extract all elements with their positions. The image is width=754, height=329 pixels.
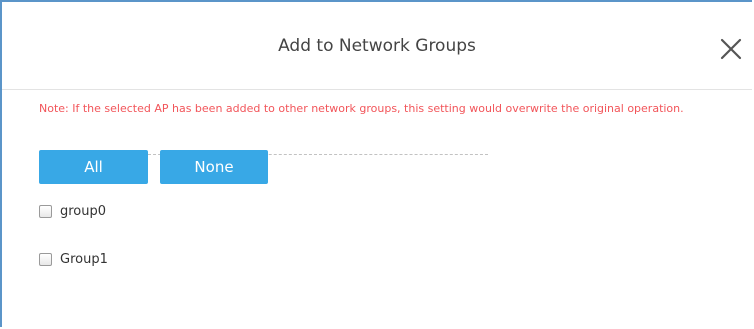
group-option-group1[interactable]: Group1 <box>39 250 108 268</box>
group1-checkbox[interactable] <box>39 252 52 266</box>
close-icon <box>720 38 742 60</box>
select-all-button[interactable]: All <box>39 150 148 184</box>
group-option-group0[interactable]: group0 <box>39 202 106 220</box>
add-to-network-groups-dialog: Add to Network Groups Note: If the selec… <box>0 0 752 327</box>
overwrite-note: Note: If the selected AP has been added … <box>39 102 684 115</box>
dialog-title: Add to Network Groups <box>278 36 476 56</box>
select-none-button[interactable]: None <box>160 150 268 184</box>
dialog-header: Add to Network Groups <box>2 2 752 90</box>
close-button[interactable] <box>718 36 744 62</box>
group0-label: group0 <box>60 203 107 219</box>
group1-label: Group1 <box>60 251 108 267</box>
group0-checkbox[interactable] <box>39 204 52 218</box>
